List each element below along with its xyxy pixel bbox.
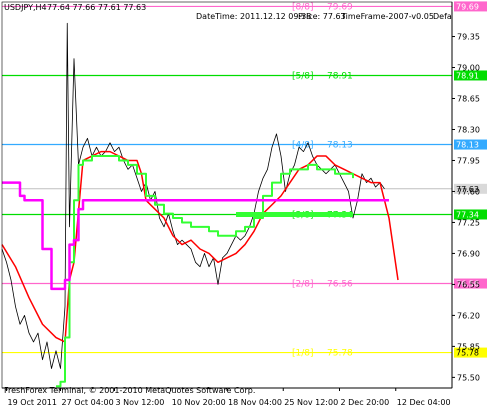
footer-copyright: FreshForex Terminal, © 2001-2010 MetaQuo…: [4, 386, 255, 395]
y-tick-label-4: 77.95: [457, 156, 480, 165]
x-tick-label-0: 19 Oct 2011: [8, 398, 57, 407]
x-tick-label-7: 12 Dec 04:00: [397, 398, 451, 407]
x-tick-label-2: 3 Nov 12:00: [116, 398, 165, 407]
header-price: Price: 77.63: [298, 12, 346, 21]
level-name-1: [5/8]: [292, 71, 314, 81]
y-tick-label-1: 79.00: [457, 64, 480, 73]
y-tick-label-2: 78.65: [457, 95, 480, 104]
y-tick-label-6: 77.25: [457, 218, 480, 227]
level-label-1: 78.91: [327, 71, 353, 81]
x-tick-label-4: 18 Nov 04:00: [228, 398, 282, 407]
x-tick-label-5: 25 Nov 12:00: [284, 398, 338, 407]
level-tag-0: 79.69: [456, 2, 479, 11]
level-label-5: 75.78: [327, 349, 353, 359]
y-tick-label-3: 78.30: [457, 125, 480, 134]
price-chart[interactable]: [8/8] 79.69 79.69[5/8] 78.91 78.91[4/8] 78.13…: [0, 0, 489, 411]
level-name-4: [2/8]: [292, 280, 314, 290]
chart-container[interactable]: [8/8] 79.69 79.69 [5/8] 78.91 78.91 [4/8] 78.13…: [0, 0, 489, 411]
y-tick-label-8: 76.55: [457, 280, 480, 289]
y-tick-label-10: 75.85: [457, 342, 480, 351]
header-datetime: DateTime: 2011.12.12 09:38: [196, 12, 311, 21]
y-tick-label-5: 77.60: [457, 187, 480, 196]
header-timeframe: TimeFrame-2007-v0.05: [340, 12, 434, 21]
x-tick-label-3: 10 Nov 20:00: [172, 398, 226, 407]
level-name-0: [8/8]: [292, 2, 314, 12]
level-tag-1: 78.91: [456, 71, 479, 80]
level-label-4: 76.56: [327, 280, 353, 290]
y-tick-label-9: 76.20: [457, 311, 480, 320]
x-tick-label-1: 27 Oct 04:00: [62, 398, 114, 407]
level-label-2: 78.13: [327, 141, 353, 151]
y-tick-label-7: 76.90: [457, 249, 480, 258]
header-symbol: USDJPY,H4: [4, 3, 47, 12]
x-tick-label-6: 2 Dec 20:00: [341, 398, 390, 407]
y-tick-label-11: 75.50: [457, 373, 480, 382]
level-name-5: [1/8]: [292, 349, 314, 359]
header-ohlc: 77.64 77.66 77.61 77.63: [47, 3, 146, 12]
y-tick-label-0: 79.35: [457, 33, 480, 42]
header-defa: Defa: [433, 12, 452, 21]
level-tag-2: 78.13: [456, 141, 479, 150]
level-label-0: 79.69: [327, 2, 353, 12]
